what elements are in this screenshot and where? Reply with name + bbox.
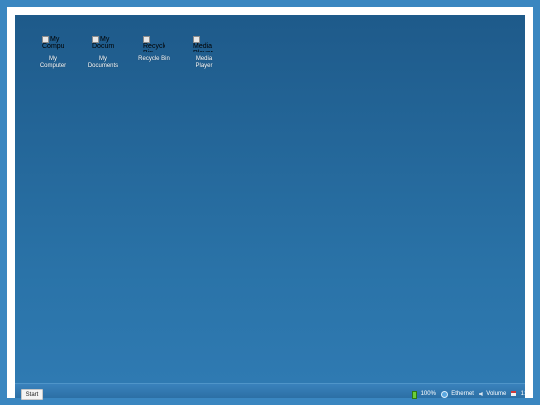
desktop[interactable]: My Computer My Computer My Documents My … [15,15,525,383]
desktop-icon-recycle-bin[interactable]: Recycle Bin Recycle Bin [129,36,179,63]
system-tray: 100% Ethernet Volume 1:4 [411,390,529,399]
desktop-icon-media-player[interactable]: Media Player Media Player [179,36,229,70]
network-icon[interactable] [440,391,448,398]
my-computer-icon: My Computer [42,36,64,50]
start-button[interactable]: Start [21,389,43,400]
volume-label[interactable]: Volume [486,390,506,399]
desktop-icon-my-computer[interactable]: My Computer My Computer [28,36,78,70]
desktop-icon-label: Recycle Bin [138,56,170,62]
desktop-icon-label: Media Player [195,56,213,69]
volume-icon[interactable] [478,392,483,396]
desktop-icon-label: My Documents [87,56,119,69]
calendar-icon[interactable] [510,391,516,396]
clock[interactable]: 1:4 [521,390,529,399]
battery-icon[interactable] [411,391,417,399]
taskbar: Start 100% Ethernet Volume 1:4 [15,383,529,400]
recycle-bin-icon: Recycle Bin [143,36,165,52]
network-label[interactable]: Ethernet [451,390,474,399]
media-player-icon: Media Player [193,36,215,52]
desktop-icon-label: My Computer [39,56,67,69]
battery-percent: 100% [420,391,436,397]
my-documents-icon: My Documents [92,36,114,50]
desktop-icon-my-documents[interactable]: My Documents My Documents [78,36,128,70]
